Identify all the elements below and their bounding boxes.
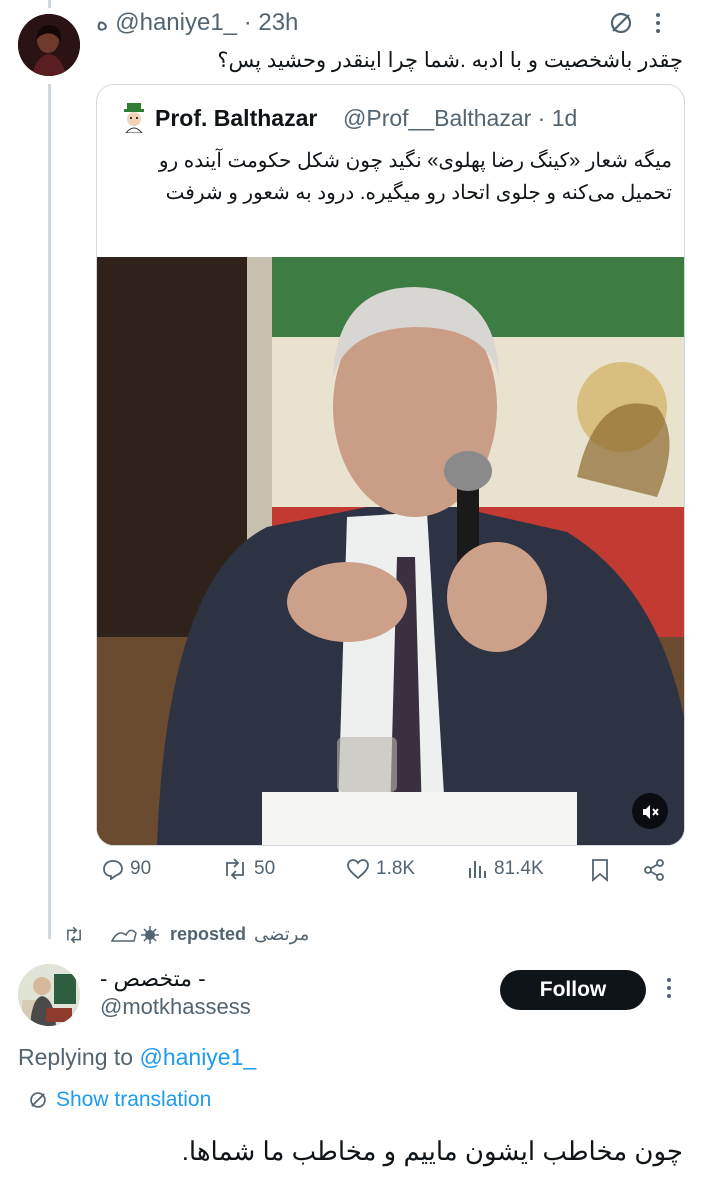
more-options-icon-2[interactable] [665,976,673,1006]
tweet-meta: ه @haniye1_ · 23h [96,8,298,37]
quote-author-name[interactable]: Prof. Balthazar [155,105,317,132]
replying-to: Replying to @haniye1_ [18,1044,256,1071]
follow-button[interactable]: Follow [500,970,646,1010]
quote-text: میگه شعار «کینگ رضا پهلوی» نگید چون شکل … [158,150,672,204]
repost-suffix: reposted [170,924,247,944]
views-button[interactable]: 81.4K [466,858,544,880]
quote-tweet-card[interactable]: Prof. Balthazar @Prof__Balthazar · 1d می… [96,84,685,846]
reply-button[interactable]: 90 [102,858,151,880]
views-icon [469,861,486,878]
show-translation-label: Show translation [56,1088,212,1111]
repost-button[interactable]: 50 [222,858,275,880]
avatar[interactable] [18,14,80,76]
video-frame [97,257,684,845]
more-options-icon[interactable] [654,10,662,41]
bookmark-icon [592,859,608,882]
grok-icon[interactable] [608,10,634,41]
bookmark-button[interactable] [590,858,610,882]
action-bar: 90 50 1.8K 81.4K [96,858,683,894]
reply-icon [103,860,123,880]
replying-prefix: Replying to [18,1044,134,1070]
avatar-2-image [18,964,80,1026]
author-handle[interactable]: @haniye1_ [115,9,237,36]
tweet-text: چقدر باشخصیت و با ادبه .شما چرا اینقدر و… [217,49,683,72]
emoji-decoration-icon [110,925,159,944]
repost-icon [226,858,244,880]
avatar-2[interactable] [18,964,80,1026]
show-translation-link[interactable]: Show translation [28,1088,211,1112]
thread-line-top [48,0,51,8]
share-icon [644,859,664,881]
author-handle-2[interactable]: @motkhassess [100,994,251,1020]
thread-line [48,84,51,939]
like-count: 1.8K [376,858,416,879]
mute-toggle-icon[interactable] [632,793,668,829]
avatar-image [18,14,80,76]
tweet-time[interactable]: · 23h [244,9,299,36]
repost-small-icon [67,926,81,943]
heart-icon [347,859,369,880]
video-player[interactable] [97,257,684,845]
tweet-text-2: چون مخاطب ایشون ماییم و مخاطب ما شماها. [181,1136,683,1166]
share-button[interactable] [642,858,666,882]
quote-author-handle[interactable]: @Prof__Balthazar · 1d [343,105,577,132]
reposter-name: مرتضی [254,924,310,944]
repost-count: 50 [254,858,276,879]
view-count: 81.4K [494,858,544,879]
quote-avatar [121,103,147,134]
reply-count: 90 [130,858,152,879]
translate-icon [30,1092,46,1108]
like-button[interactable]: 1.8K [346,858,415,880]
replying-handle-link[interactable]: @haniye1_ [139,1044,256,1070]
name-suffix: ه [96,9,109,36]
author-name-2[interactable]: - متخصص - [100,966,206,992]
repost-context[interactable]: reposted مرتضی [64,924,309,945]
